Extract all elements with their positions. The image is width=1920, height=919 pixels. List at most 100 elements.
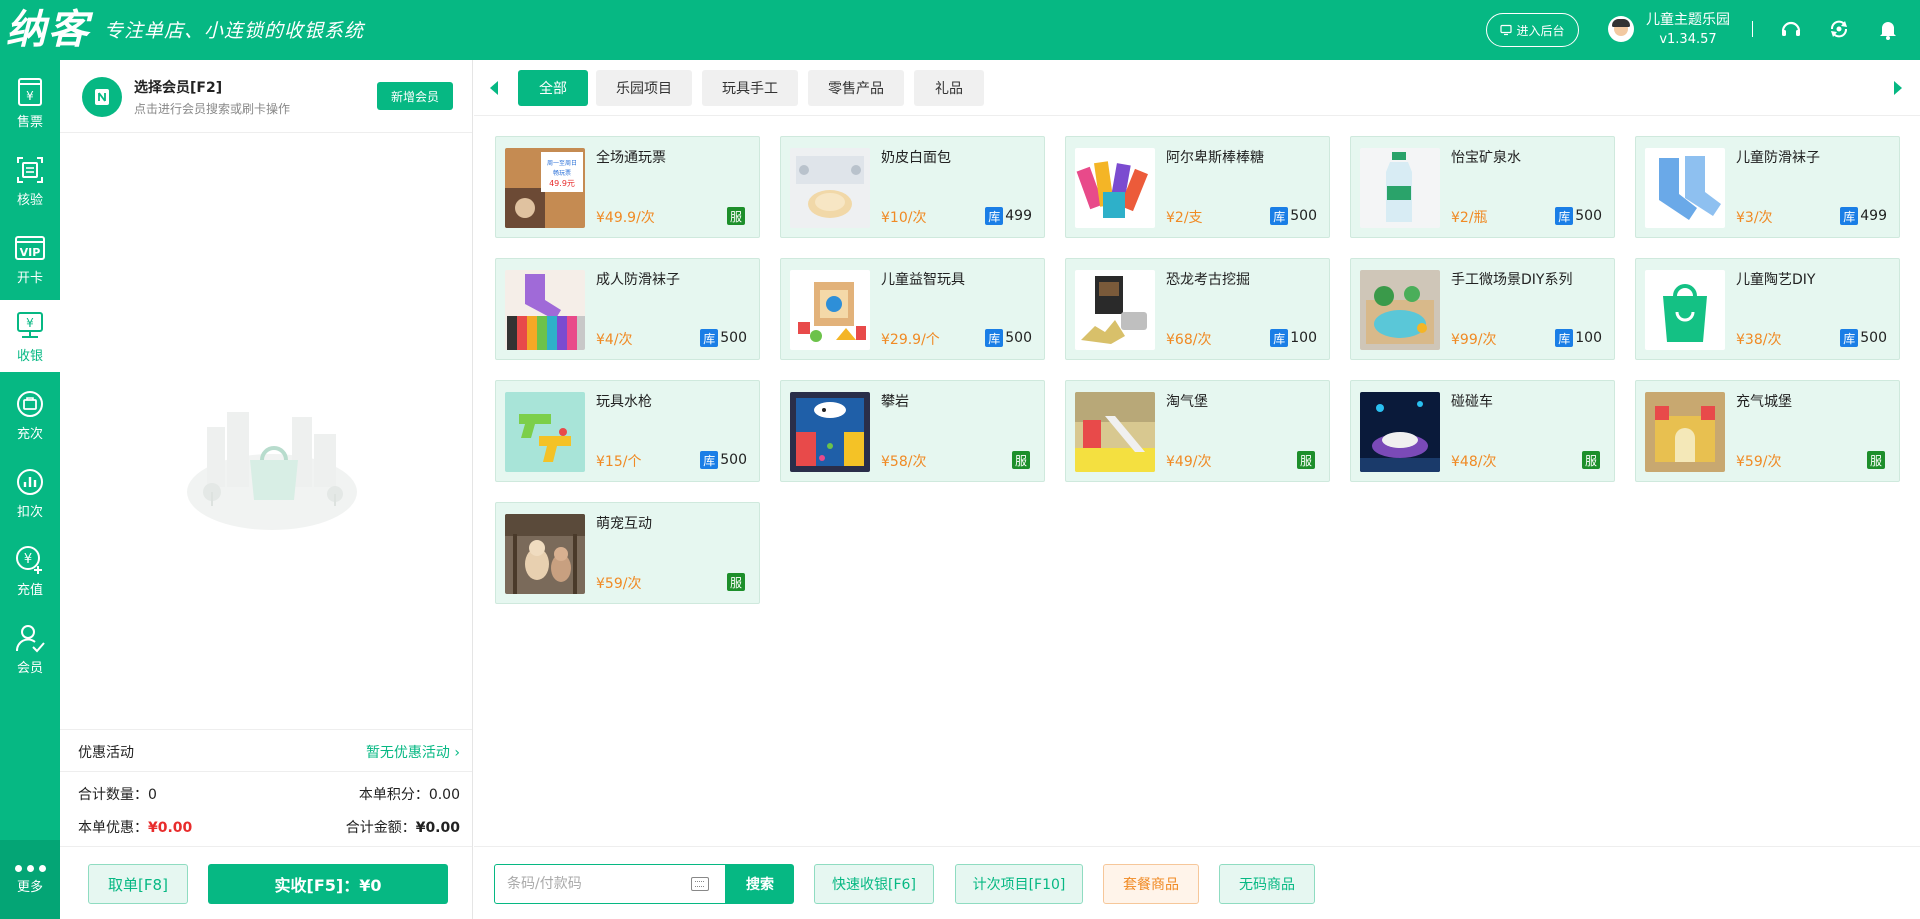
product-price: ¥99/次 — [1451, 332, 1497, 348]
service-badge: 服 — [1012, 451, 1032, 469]
product-name: 手工微场景DIY系列 — [1451, 272, 1573, 288]
product-price: ¥4/次 — [596, 332, 633, 348]
product-name: 恐龙考古挖掘 — [1166, 272, 1250, 288]
scroll-left-icon[interactable] — [490, 81, 498, 95]
product-image-pet-interaction — [505, 514, 585, 594]
product-name: 淘气堡 — [1166, 394, 1208, 410]
nav-more[interactable]: 更多 — [0, 840, 60, 919]
product-card[interactable]: 周一至周日 畅玩票 49.9元 全场通玩票 ¥49.9/次 服 — [495, 136, 760, 238]
product-card[interactable]: 攀岩 ¥58/次 服 — [780, 380, 1045, 482]
shopping-bag-icon — [1645, 270, 1725, 350]
promotion-row[interactable]: 优惠活动 暂无优惠活动 › — [60, 729, 472, 772]
store-name: 儿童主题乐园 — [1646, 12, 1730, 28]
product-image-playground — [1075, 392, 1155, 472]
product-price: ¥68/次 — [1166, 332, 1212, 348]
timed-items-button[interactable]: 计次项目[F10] — [955, 864, 1083, 904]
no-barcode-goods-button[interactable]: 无码商品 — [1219, 864, 1315, 904]
stock-badge: 库 100 — [1270, 329, 1317, 347]
product-card[interactable]: 玩具水枪 ¥15/个 库 500 — [495, 380, 760, 482]
tab-gifts[interactable]: 礼品 — [914, 70, 984, 106]
product-name: 玩具水枪 — [596, 394, 652, 410]
member-icon — [15, 624, 45, 652]
nav-item-open-card[interactable]: VIP 开卡 — [0, 222, 60, 294]
checkout-bar: 取单[F8] 实收[F5]：¥0 — [60, 846, 472, 919]
tab-retail[interactable]: 零售产品 — [808, 70, 904, 106]
product-image-kids-socks — [1645, 148, 1725, 228]
retrieve-order-button[interactable]: 取单[F8] — [88, 864, 188, 904]
headset-icon[interactable] — [1780, 18, 1802, 40]
svg-text:¥: ¥ — [26, 316, 34, 330]
product-card[interactable]: 淘气堡 ¥49/次 服 — [1065, 380, 1330, 482]
promotion-label: 优惠活动 — [78, 745, 134, 761]
product-card[interactable]: 碰碰车 ¥48/次 服 — [1350, 380, 1615, 482]
stock-badge: 库 500 — [985, 329, 1032, 347]
svg-text:¥: ¥ — [24, 552, 32, 567]
nav-label: 充次 — [16, 426, 43, 442]
nav-item-cashier[interactable]: ¥ 收银 — [0, 300, 60, 372]
product-card[interactable]: 萌宠互动 ¥59/次 服 — [495, 502, 760, 604]
empty-cart-illustration — [187, 412, 357, 530]
stock-badge: 库 500 — [1270, 207, 1317, 225]
product-price: ¥49/次 — [1166, 454, 1212, 470]
scroll-right-icon[interactable] — [1894, 81, 1902, 95]
product-card[interactable]: 儿童防滑袜子 ¥3/次 库 499 — [1635, 136, 1900, 238]
product-card[interactable]: 充气城堡 ¥59/次 服 — [1635, 380, 1900, 482]
barcode-input[interactable] — [495, 865, 685, 903]
sync-icon[interactable] — [1828, 18, 1850, 40]
search-button[interactable]: 搜索 — [726, 864, 794, 904]
product-card[interactable]: 奶皮白面包 ¥10/次 库 499 — [780, 136, 1045, 238]
nav-label: 会员 — [16, 660, 43, 676]
avatar-hair — [1612, 19, 1630, 27]
tab-park-projects[interactable]: 乐园项目 — [596, 70, 692, 106]
tab-toys-crafts[interactable]: 玩具手工 — [702, 70, 798, 106]
nav-more-label: 更多 — [16, 879, 43, 895]
product-name: 全场通玩票 — [596, 150, 666, 166]
bell-icon[interactable] — [1877, 18, 1899, 40]
nav-label: 收银 — [16, 348, 43, 364]
product-card[interactable]: 阿尔卑斯棒棒糖 ¥2/支 库 500 — [1065, 136, 1330, 238]
product-card[interactable]: 儿童益智玩具 ¥29.9/个 库 500 — [780, 258, 1045, 360]
stock-badge: 库 500 — [1840, 329, 1887, 347]
product-name: 怡宝矿泉水 — [1451, 150, 1521, 166]
app-version: v1.34.57 — [1659, 32, 1717, 47]
product-card[interactable]: 儿童陶艺DIY ¥38/次 库 500 — [1635, 258, 1900, 360]
product-card[interactable]: 恐龙考古挖掘 ¥68/次 库 100 — [1065, 258, 1330, 360]
product-price: ¥48/次 — [1451, 454, 1497, 470]
nav-item-recharge-times[interactable]: 充次 — [0, 378, 60, 450]
stock-badge: 库 500 — [700, 451, 747, 469]
product-price: ¥10/次 — [881, 210, 927, 226]
product-name: 萌宠互动 — [596, 516, 652, 532]
stock-badge: 库 499 — [985, 207, 1032, 225]
product-card[interactable]: 怡宝矿泉水 ¥2/瓶 库 500 — [1350, 136, 1615, 238]
product-image-water — [1360, 148, 1440, 228]
svg-text:49.9元: 49.9元 — [549, 179, 575, 188]
nav-item-ticket[interactable]: ¥ 售票 — [0, 66, 60, 138]
product-card[interactable]: 手工微场景DIY系列 ¥99/次 库 100 — [1350, 258, 1615, 360]
nav-item-recharge[interactable]: ¥ 充值 — [0, 534, 60, 606]
package-goods-button[interactable]: 套餐商品 — [1103, 864, 1199, 904]
product-price: ¥59/次 — [596, 576, 642, 592]
nav-item-deduct-times[interactable]: 扣次 — [0, 456, 60, 528]
quick-checkout-button[interactable]: 快速收银[F6] — [814, 864, 934, 904]
new-member-button[interactable]: 新增会员 — [377, 82, 453, 110]
product-image-bouncy-castle — [1645, 392, 1725, 472]
nav-item-verify[interactable]: 核验 — [0, 144, 60, 216]
member-panel: 选择会员[F2] 点击进行会员搜索或刷卡操作 新增会员 优惠活动 暂无优惠活动 … — [60, 60, 473, 919]
top-bar: 纳客 专注单店、小连锁的收银系统 进入后台 儿童主题乐园 v1.34.57 — [0, 0, 1920, 60]
user-avatar[interactable] — [1608, 16, 1634, 42]
pay-button[interactable]: 实收[F5]：¥0 — [208, 864, 448, 904]
left-nav: ¥ 售票 核验 VIP 开卡 ¥ 收银 充次 扣次 ¥ 充值 会员 更多 — [0, 60, 60, 919]
stock-badge: 库 500 — [700, 329, 747, 347]
member-select[interactable]: 选择会员[F2] 点击进行会员搜索或刷卡操作 新增会员 — [60, 60, 472, 133]
product-price: ¥38/次 — [1736, 332, 1782, 348]
nav-item-member[interactable]: 会员 — [0, 612, 60, 684]
product-name: 充气城堡 — [1736, 394, 1792, 410]
svg-text:畅玩票: 畅玩票 — [553, 169, 571, 177]
tab-all[interactable]: 全部 — [518, 70, 588, 106]
product-card[interactable]: 成人防滑袜子 ¥4/次 库 500 — [495, 258, 760, 360]
keyboard-icon[interactable] — [691, 877, 709, 891]
svg-text:¥: ¥ — [26, 89, 34, 103]
nav-label: 充值 — [16, 582, 43, 598]
enter-backend-button[interactable]: 进入后台 — [1486, 13, 1579, 47]
service-badge: 服 — [1582, 451, 1602, 469]
